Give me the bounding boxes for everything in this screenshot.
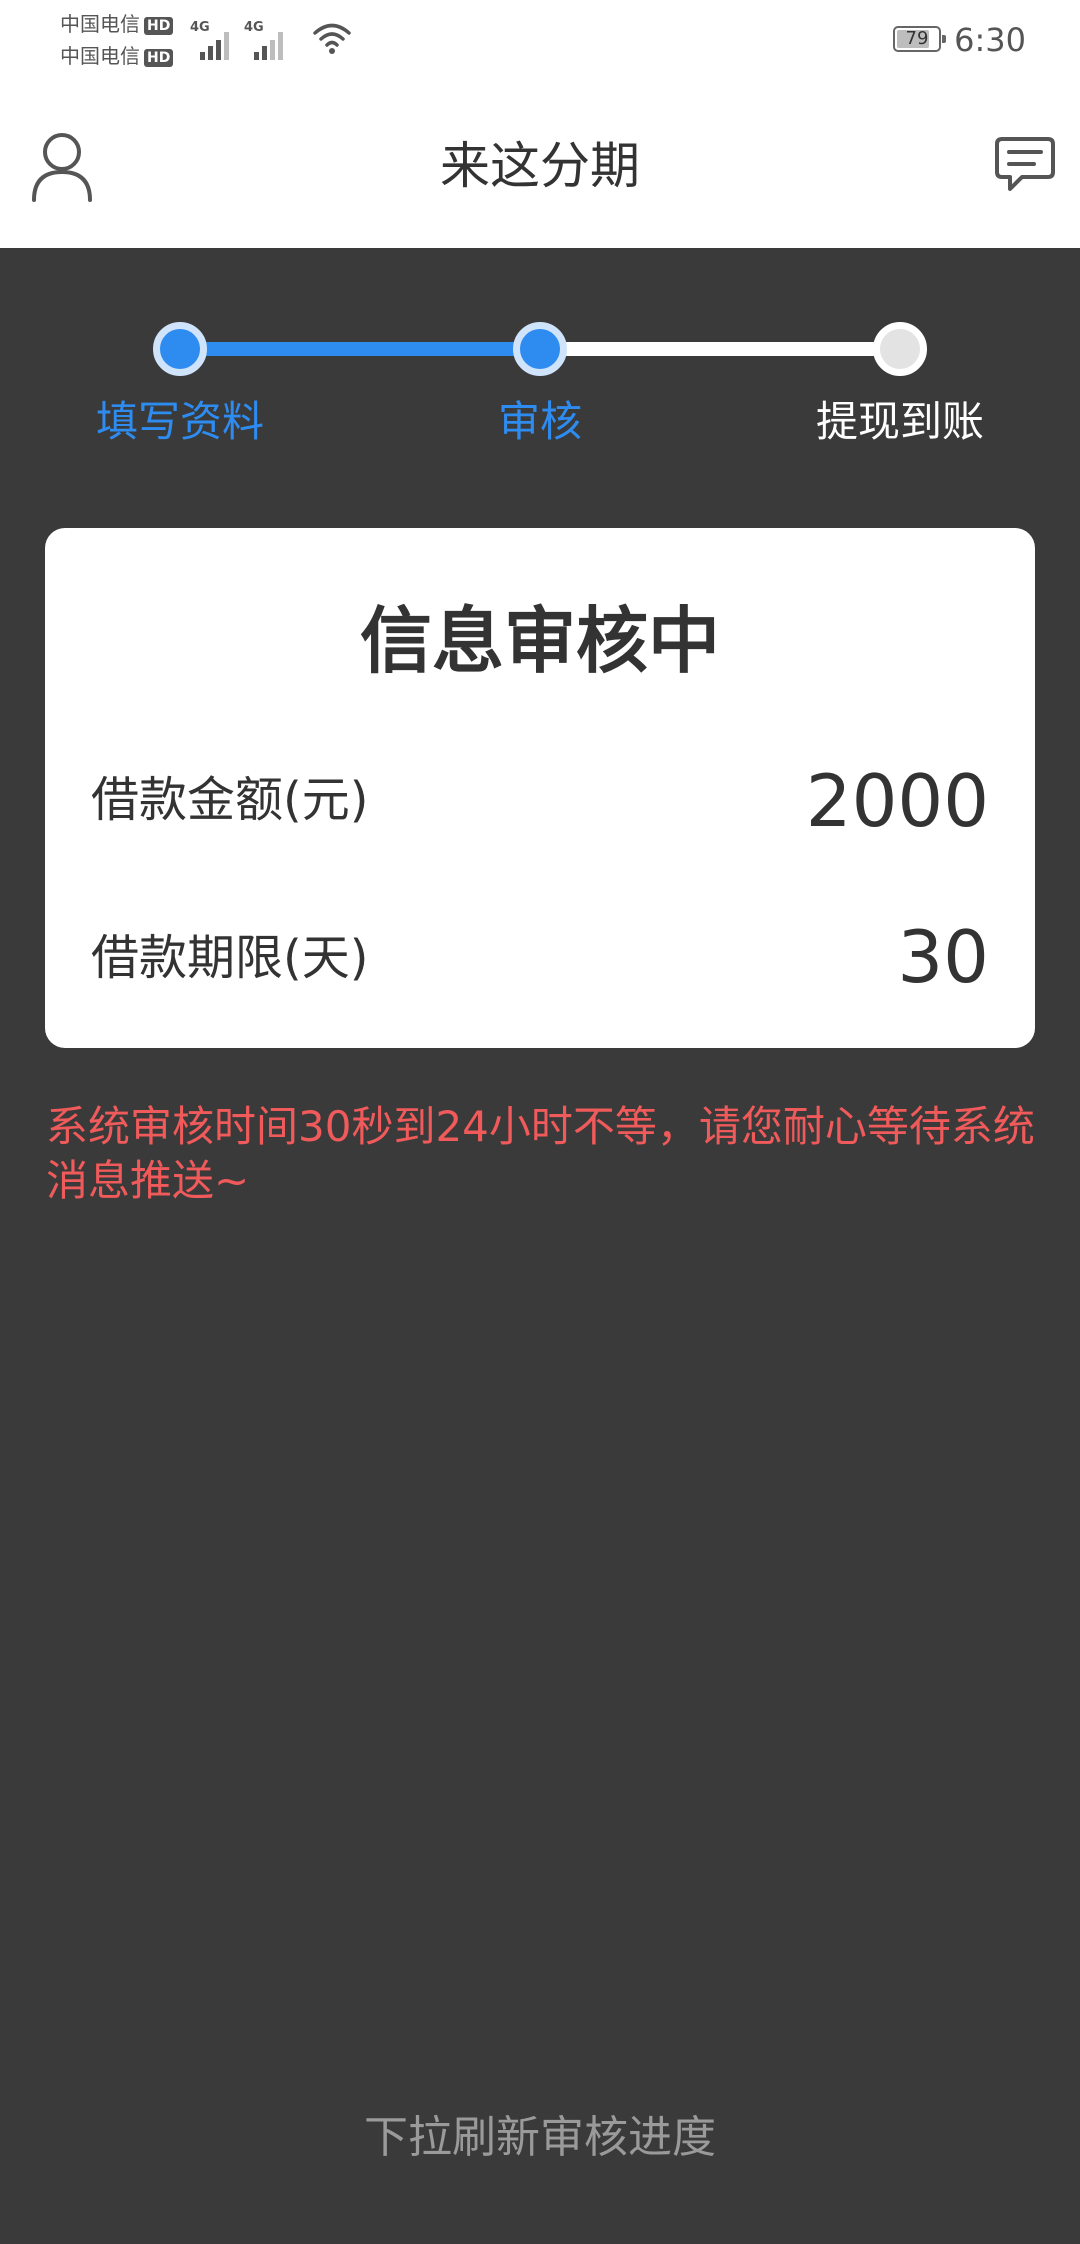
status-bar: 中国电信 HD 中国电信 HD 4G 4G 79 6:30 <box>0 0 1080 84</box>
step-label-withdraw: 提现到账 <box>815 397 984 446</box>
review-notice: 系统审核时间30秒到24小时不等，请您耐心等待系统消息推送~ <box>46 1102 1035 1205</box>
signal-strength-icon-2: 4G <box>244 20 284 60</box>
step-connector-pending <box>540 342 900 356</box>
carrier-1: 中国电信 HD <box>60 12 174 36</box>
battery-icon: 79 <box>893 26 946 52</box>
hd-badge-1: HD <box>144 16 174 35</box>
nav-bar: 来这分期 <box>0 84 1080 248</box>
step-dot-review <box>513 322 567 376</box>
signal-strength-icon-1: 4G <box>190 20 230 60</box>
carrier-1-label: 中国电信 <box>60 12 140 36</box>
step-connector-done <box>180 342 540 356</box>
step-label-fill-info: 填写资料 <box>95 397 264 446</box>
carrier-2: 中国电信 HD <box>60 44 174 68</box>
clock: 6:30 <box>954 21 1026 59</box>
battery-level: 79 <box>905 28 929 49</box>
progress-stepper: 填写资料 审核 提现到账 <box>0 248 1080 488</box>
review-status-card: 信息审核中 借款金额(元) 2000 借款期限(天) 30 <box>45 528 1035 1048</box>
hd-badge-2: HD <box>144 48 174 67</box>
loan-amount-label: 借款金额(元) <box>91 772 369 828</box>
page-title: 来这分期 <box>440 137 640 195</box>
network-type-2: 4G <box>244 20 264 35</box>
loan-amount-value: 2000 <box>805 759 989 843</box>
message-icon[interactable] <box>994 136 1056 194</box>
network-type-1: 4G <box>190 20 210 35</box>
signal-group: 4G 4G <box>190 20 284 60</box>
wifi-icon <box>313 23 351 54</box>
pull-to-refresh-hint: 下拉刷新审核进度 <box>364 2112 716 2163</box>
card-title: 信息审核中 <box>359 599 720 683</box>
loan-term-value: 30 <box>897 915 989 999</box>
step-dot-withdraw <box>873 322 927 376</box>
loan-term-label: 借款期限(天) <box>91 930 369 986</box>
step-label-review: 审核 <box>497 397 582 446</box>
step-dot-fill-info <box>153 322 207 376</box>
carrier-2-label: 中国电信 <box>60 44 140 68</box>
